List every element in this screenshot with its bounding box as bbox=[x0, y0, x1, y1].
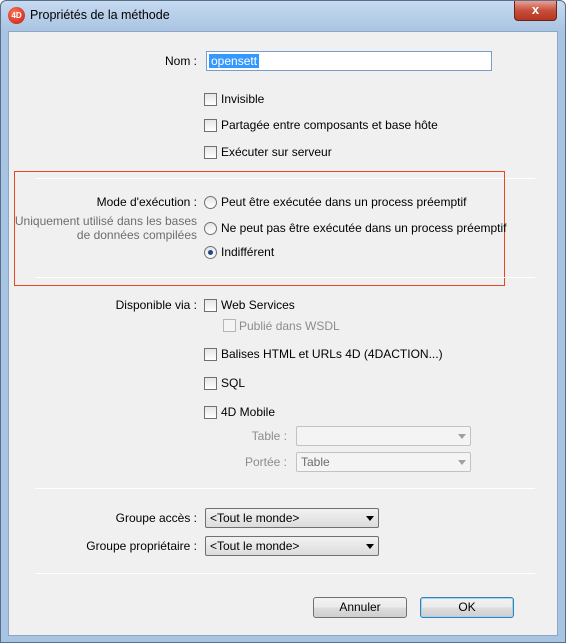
shared-checkbox[interactable] bbox=[204, 119, 217, 132]
separator bbox=[35, 488, 535, 489]
wsdl-label: Publié dans WSDL bbox=[239, 319, 340, 333]
cancel-button[interactable]: Annuler bbox=[313, 597, 407, 618]
chevron-down-icon bbox=[366, 544, 374, 549]
access-group-value: <Tout le monde> bbox=[210, 511, 300, 525]
access-group-dropdown[interactable]: <Tout le monde> bbox=[205, 508, 379, 528]
indifferent-label: Indifférent bbox=[221, 245, 275, 259]
window-title: Propriétés de la méthode bbox=[30, 8, 170, 22]
title-bar[interactable]: 4D Propriétés de la méthode x bbox=[1, 1, 565, 31]
invisible-checkbox[interactable] bbox=[204, 93, 217, 106]
server-checkbox[interactable] bbox=[204, 146, 217, 159]
execution-mode-note-line1: Uniquement utilisé dans les bases bbox=[14, 214, 197, 228]
shared-label: Partagée entre composants et base hôte bbox=[221, 118, 438, 132]
sql-label: SQL bbox=[221, 376, 246, 390]
owner-group-dropdown[interactable]: <Tout le monde> bbox=[205, 536, 379, 556]
execution-mode-note-line2: de données compilées bbox=[76, 228, 197, 242]
chevron-down-icon bbox=[366, 516, 374, 521]
scope-dropdown-value: Table bbox=[301, 455, 330, 469]
sql-checkbox[interactable] bbox=[204, 377, 217, 390]
4d-app-icon: 4D bbox=[8, 7, 25, 24]
owner-group-label: Groupe propriétaire : bbox=[86, 539, 197, 553]
non-preemptive-radio[interactable] bbox=[204, 222, 217, 235]
chevron-down-icon bbox=[458, 460, 466, 465]
name-input[interactable]: opensett bbox=[206, 51, 492, 71]
table-dropdown[interactable] bbox=[296, 426, 471, 446]
web-services-label: Web Services bbox=[221, 298, 295, 312]
scope-dropdown[interactable]: Table bbox=[296, 452, 471, 472]
access-group-label: Groupe accès : bbox=[115, 511, 197, 525]
close-button[interactable]: x bbox=[514, 1, 557, 21]
wsdl-checkbox[interactable] bbox=[223, 319, 236, 332]
name-input-value: opensett bbox=[209, 54, 260, 68]
owner-group-value: <Tout le monde> bbox=[210, 539, 300, 553]
preemptive-label: Peut être exécutée dans un process préem… bbox=[221, 195, 467, 209]
4d-mobile-checkbox[interactable] bbox=[204, 406, 217, 419]
separator bbox=[35, 277, 535, 278]
non-preemptive-label: Ne peut pas être exécutée dans un proces… bbox=[221, 221, 507, 235]
separator bbox=[35, 573, 535, 574]
table-label: Table : bbox=[251, 429, 287, 443]
web-services-checkbox[interactable] bbox=[204, 299, 217, 312]
name-label: Nom : bbox=[164, 54, 197, 68]
html-tags-checkbox[interactable] bbox=[204, 348, 217, 361]
4d-mobile-label: 4D Mobile bbox=[221, 405, 276, 419]
preemptive-radio[interactable] bbox=[204, 196, 217, 209]
close-icon: x bbox=[531, 2, 540, 17]
execution-mode-label: Mode d'exécution : bbox=[96, 195, 197, 209]
scope-label: Portée : bbox=[244, 455, 287, 469]
ok-button[interactable]: OK bbox=[420, 597, 514, 618]
html-tags-label: Balises HTML et URLs 4D (4DACTION...) bbox=[221, 347, 443, 361]
radio-selected-dot bbox=[208, 250, 213, 255]
invisible-label: Invisible bbox=[221, 92, 265, 106]
dialog-window: 4D Propriétés de la méthode x Nom : open… bbox=[0, 0, 566, 643]
indifferent-radio[interactable] bbox=[204, 246, 217, 259]
chevron-down-icon bbox=[458, 434, 466, 439]
available-via-label: Disponible via : bbox=[115, 298, 197, 312]
server-label: Exécuter sur serveur bbox=[221, 145, 332, 159]
dialog-body: Nom : opensett Invisible Partagée entre … bbox=[8, 31, 558, 636]
